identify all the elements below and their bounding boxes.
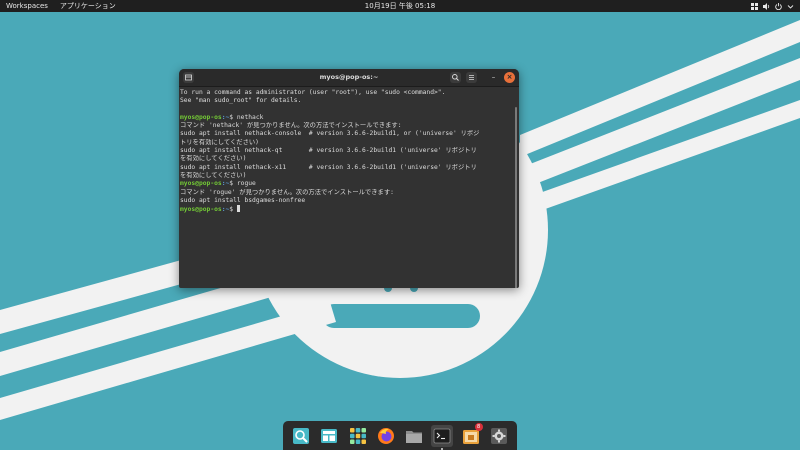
dock-files[interactable] xyxy=(403,425,425,447)
prompt-user: myos@pop-os xyxy=(180,206,222,214)
prompt-line: myos@pop-os:~$ xyxy=(180,205,519,213)
workspaces-icon xyxy=(293,427,310,444)
firefox-icon xyxy=(377,427,394,444)
system-tray[interactable] xyxy=(751,0,794,12)
dock-settings[interactable] xyxy=(488,425,510,447)
command-text: $ xyxy=(229,206,237,214)
running-indicator xyxy=(441,447,444,450)
output-line: sudo apt install bsdgames-nonfree xyxy=(180,196,306,204)
dock-firefox[interactable] xyxy=(375,425,397,447)
output-line: sudo apt install nethack-console # versi… xyxy=(180,130,480,138)
menu-button[interactable] xyxy=(466,72,477,83)
desktop-icon xyxy=(321,428,338,443)
hamburger-menu-icon xyxy=(469,75,474,80)
prompt-user: myos@pop-os xyxy=(180,180,222,188)
output-line: コマンド 'rogue' が見つかりません。次の方法でインストールできます: xyxy=(180,188,394,196)
top-bar: Workspaces アプリケーション 10月19日 午後 05:18 xyxy=(0,0,800,12)
desktop: Workspaces アプリケーション 10月19日 午後 05:18 myos… xyxy=(0,0,800,450)
output-line: sudo apt install nethack-x11 # version 3… xyxy=(180,163,477,171)
dock-pop-shop[interactable]: 8 xyxy=(460,422,483,447)
output-line: To run a command as administrator (user … xyxy=(180,89,446,96)
text-cursor xyxy=(236,205,241,213)
scrollbar[interactable] xyxy=(515,107,517,288)
applications-icon xyxy=(349,427,366,444)
clock[interactable]: 10月19日 午後 05:18 xyxy=(0,0,800,12)
close-button[interactable]: × xyxy=(504,72,515,83)
prompt-line: myos@pop-os:~$ nethack xyxy=(180,114,519,122)
dock-workspaces[interactable] xyxy=(290,425,312,447)
files-icon xyxy=(406,430,423,443)
output-line: See "man sudo_root" for details. xyxy=(180,97,302,105)
notification-badge: 8 xyxy=(474,422,483,431)
power-icon[interactable] xyxy=(775,2,782,10)
dock-applications[interactable] xyxy=(347,425,369,447)
dock-desktop[interactable] xyxy=(318,425,340,447)
terminal-output[interactable]: To run a command as administrator (user … xyxy=(179,87,519,288)
terminal-window[interactable]: myos@pop-os:~ – × To run a command as ad… xyxy=(179,69,519,288)
output-line: コマンド 'nethack' が見つかりません。次の方法でインストールできます: xyxy=(180,122,402,130)
output-line: sudo apt install nethack-qt # version 3.… xyxy=(180,147,477,155)
menu-arrow-icon[interactable] xyxy=(787,3,794,10)
terminal-titlebar[interactable]: myos@pop-os:~ – × xyxy=(179,69,519,87)
volume-icon[interactable] xyxy=(763,2,770,10)
output-line: トリを有効にしてください) xyxy=(180,138,259,146)
minimize-button[interactable]: – xyxy=(488,72,499,83)
settings-icon xyxy=(490,427,507,444)
command-text: $ nethack xyxy=(229,113,264,121)
output-line: を有効にしてください) xyxy=(180,171,247,179)
prompt-user: myos@pop-os xyxy=(180,113,222,121)
dock: 8 xyxy=(283,421,517,450)
search-button[interactable] xyxy=(450,72,461,83)
command-text: $ rogue xyxy=(229,180,256,188)
app-grid-icon[interactable] xyxy=(751,2,758,10)
output-line: を有効にしてください) xyxy=(180,155,247,163)
prompt-line: myos@pop-os:~$ rogue xyxy=(180,180,519,188)
dock-terminal[interactable] xyxy=(431,424,454,450)
search-icon xyxy=(452,74,459,81)
terminal-icon xyxy=(433,428,451,443)
